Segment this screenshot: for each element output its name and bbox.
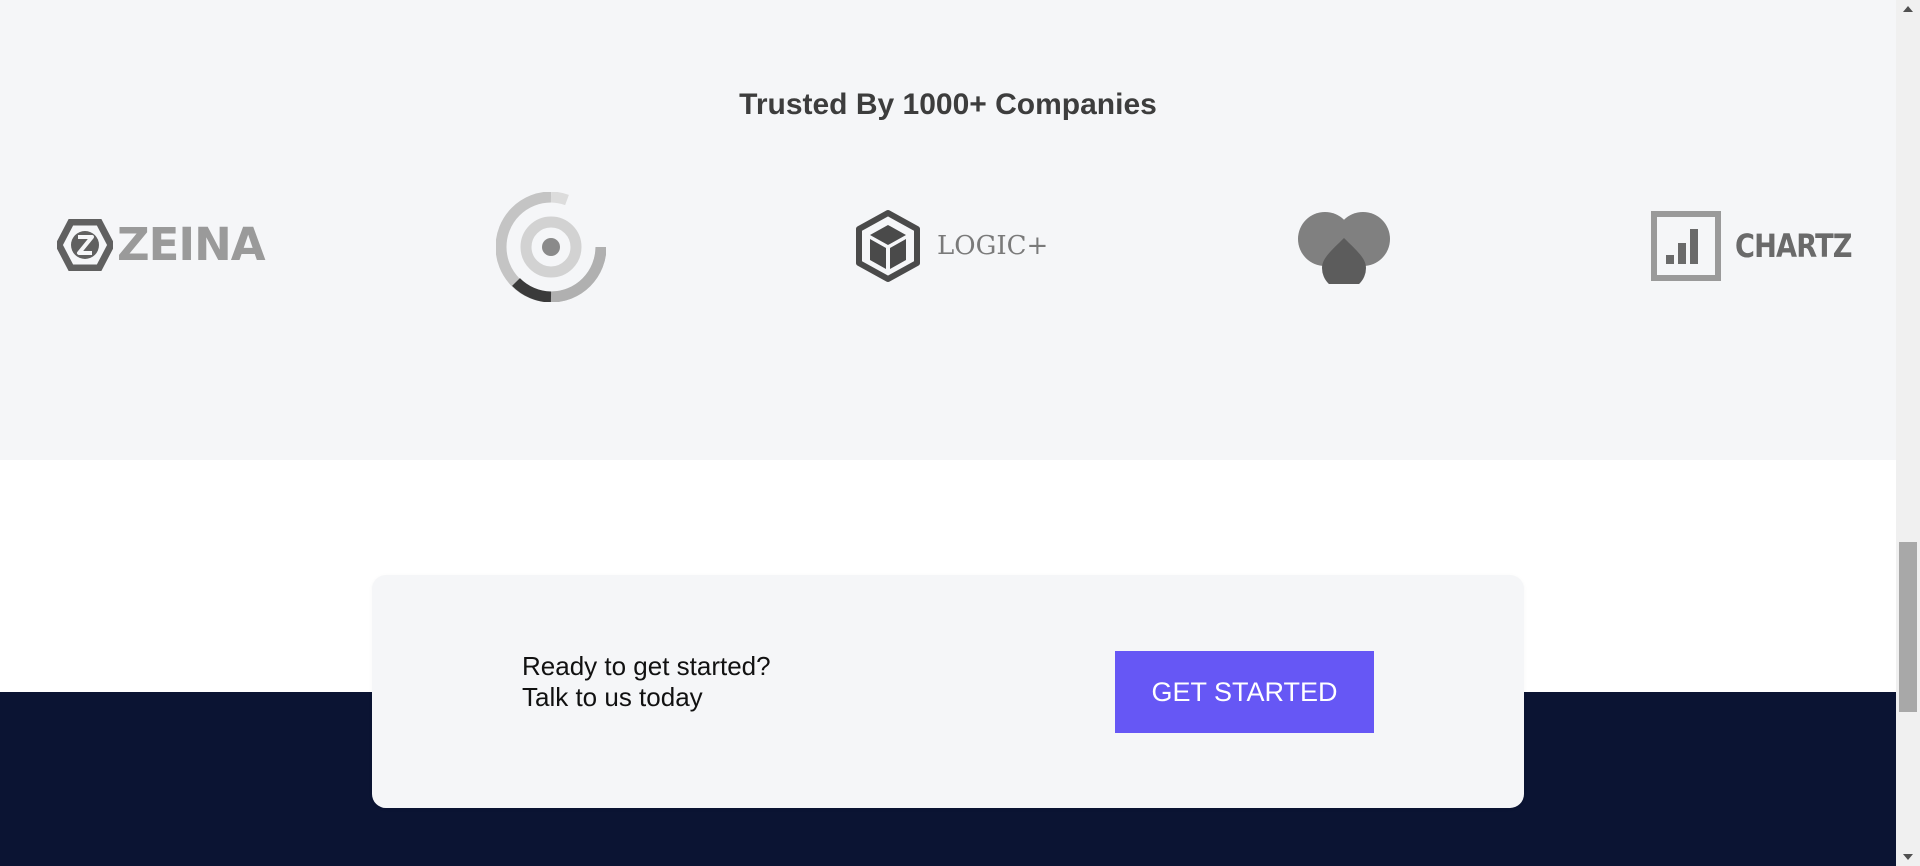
logo-logic: LOGIC+	[853, 209, 1048, 283]
get-started-button[interactable]: GET STARTED	[1115, 651, 1374, 733]
logo-zeina: ZEINA	[57, 218, 266, 271]
scroll-down-arrow-icon[interactable]	[1896, 846, 1920, 866]
bar-chart-square-icon	[1651, 211, 1721, 281]
cta-line-1: Ready to get started?	[522, 651, 771, 681]
scrollbar-thumb[interactable]	[1899, 542, 1917, 712]
trusted-section: Trusted By 1000+ Companies ZEINA LOGIC+ …	[0, 0, 1896, 460]
logo-chartz-text: CHARTZ	[1735, 227, 1853, 265]
cube-icon	[856, 210, 920, 282]
scroll-up-arrow-icon[interactable]	[1896, 0, 1920, 20]
cta-line-2: Talk to us today	[522, 682, 703, 712]
concentric-rings-icon	[496, 192, 606, 302]
vertical-scrollbar[interactable]	[1896, 0, 1920, 866]
hexagon-z-icon	[57, 218, 113, 271]
page: Trusted By 1000+ Companies ZEINA LOGIC+ …	[0, 0, 1920, 866]
logo-logic-text: LOGIC+	[937, 231, 1049, 261]
logo-heart	[1296, 210, 1392, 284]
logo-zeina-text: ZEINA	[117, 218, 266, 271]
page-content: Trusted By 1000+ Companies ZEINA LOGIC+ …	[0, 0, 1896, 866]
cta-text: Ready to get started? Talk to us today	[522, 651, 771, 713]
heart-drops-icon	[1298, 212, 1390, 284]
trusted-heading: Trusted By 1000+ Companies	[739, 88, 1157, 121]
cta-card: Ready to get started? Talk to us today G…	[372, 575, 1524, 808]
logo-rings	[496, 192, 606, 302]
logo-chartz: CHARTZ	[1651, 211, 1872, 281]
